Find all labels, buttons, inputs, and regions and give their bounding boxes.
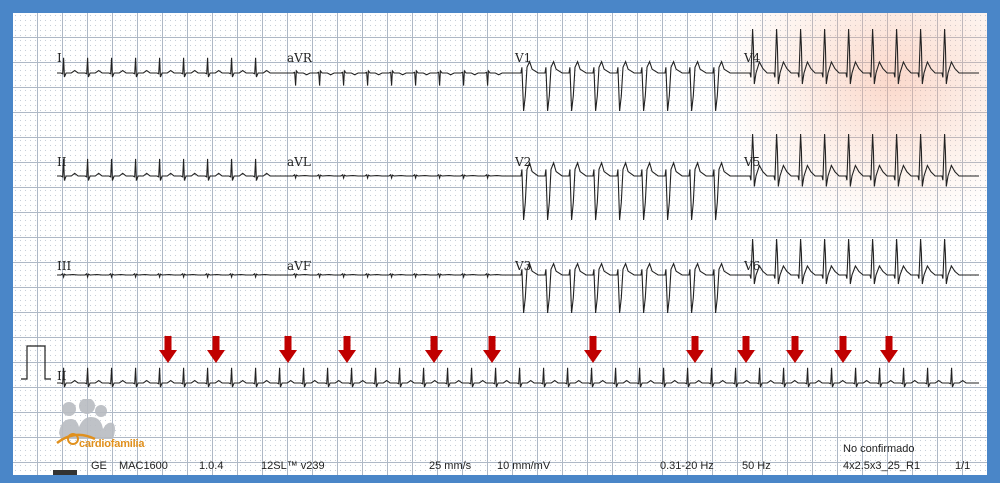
lead-label-III: III: [57, 259, 72, 273]
lead-I-trace: [57, 57, 289, 78]
lead-II-trace: [57, 158, 289, 181]
lead-V1-trace: [517, 60, 746, 112]
lead-label-rhythm-II: II: [57, 369, 67, 383]
down-arrow-icon: [584, 336, 602, 363]
lead-label-aVL: aVL: [287, 155, 311, 169]
footer-model: MAC1600: [119, 460, 168, 472]
lead-label-V2: V2: [515, 155, 532, 169]
calibration-pulse: [21, 345, 51, 380]
down-arrow-icon: [483, 336, 501, 363]
footer-page: 1/1: [955, 460, 971, 472]
footer-status: No confirmado: [843, 443, 915, 455]
footer-mains: 50 Hz: [742, 460, 771, 472]
lead-label-V5: V5: [744, 155, 761, 169]
lead-label-II: II: [57, 155, 67, 169]
lead-aVF-trace: [289, 272, 517, 280]
down-arrow-icon: [338, 336, 356, 363]
down-arrow-icon: [880, 336, 898, 363]
footer-software: 12SL™ v239: [261, 460, 325, 472]
lead-aVL-trace: [289, 173, 517, 181]
lead-aVR-trace: [289, 69, 517, 86]
down-arrow-icon: [786, 336, 804, 363]
footer-version: 1.0.4: [199, 460, 224, 472]
lead-V4-trace: [746, 28, 979, 85]
down-arrow-icon: [207, 336, 225, 363]
lead-label-V1: V1: [515, 51, 532, 65]
lead-III-trace: [57, 272, 289, 280]
footer-gain: 10 mm/mV: [497, 460, 551, 472]
logo-text: cardiofamilia: [79, 438, 145, 450]
lead-V3-trace: [517, 262, 746, 314]
footer-manufacturer: GE: [91, 460, 107, 472]
ecg-paper: I aVR V1 V4 II aVL V2 V5 III aVF V3 V6 I…: [13, 13, 987, 475]
footer-speed: 25 mm/s: [429, 460, 472, 472]
down-arrow-icon: [737, 336, 755, 363]
lead-V2-trace: [517, 161, 746, 221]
down-arrow-icon: [425, 336, 443, 363]
lead-label-V3: V3: [515, 259, 532, 273]
lead-label-aVF: aVF: [287, 259, 312, 273]
status-block: [53, 470, 77, 475]
down-arrow-icon: [279, 336, 297, 363]
lead-label-aVR: aVR: [287, 51, 312, 65]
cardiofamilia-logo: [56, 399, 115, 445]
lead-label-I: I: [57, 51, 62, 65]
ecg-frame: I aVR V1 V4 II aVL V2 V5 III aVF V3 V6 I…: [5, 5, 995, 478]
down-arrow-icon: [686, 336, 704, 363]
down-arrow-icon: [159, 336, 177, 363]
lead-V5-trace: [746, 133, 979, 187]
down-arrow-icon: [834, 336, 852, 363]
lead-rhythm-II-trace: [57, 367, 979, 388]
lead-label-V4: V4: [744, 51, 761, 65]
footer-format: 4x2.5x3_25_R1: [843, 460, 921, 472]
lead-V6-trace: [746, 238, 979, 285]
lead-label-V6: V6: [744, 259, 761, 273]
footer-filter: 0.31-20 Hz: [660, 460, 714, 472]
